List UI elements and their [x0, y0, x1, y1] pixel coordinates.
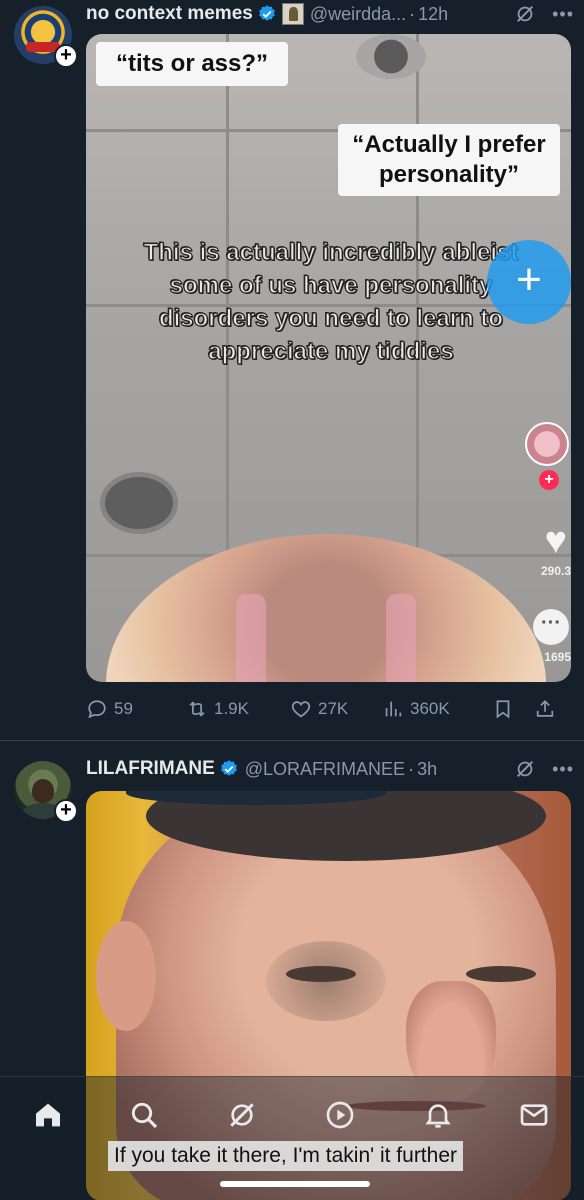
post-time[interactable]: 12h	[418, 4, 448, 25]
repost-icon	[189, 701, 205, 717]
verified-badge-icon	[220, 760, 237, 776]
tab-notifications[interactable]	[418, 1095, 458, 1135]
affiliation-badge-icon	[281, 3, 304, 25]
avatar-wrap[interactable]: +	[14, 6, 78, 68]
ear-image	[96, 921, 156, 1031]
home-icon	[36, 1103, 60, 1127]
reply-icon	[88, 700, 106, 719]
hair-highlight	[236, 594, 266, 682]
tweet[interactable]: + no context memes @weirdda... · 12h •••…	[0, 0, 584, 740]
verified-badge-icon	[258, 5, 275, 21]
like-button[interactable]: 27K	[290, 698, 382, 720]
author-handle[interactable]: @weirdda...	[310, 4, 406, 25]
search-icon	[131, 1102, 158, 1129]
separator-dot: ·	[409, 3, 416, 24]
bookmark-button[interactable]	[492, 698, 534, 720]
tiktok-heart-icon: ♥	[544, 520, 567, 562]
tiktok-follow-icon: +	[539, 470, 559, 490]
follow-plus-icon[interactable]: +	[54, 44, 78, 68]
home-indicator	[220, 1181, 370, 1187]
tiktok-comment-count: 1695	[544, 650, 571, 664]
video-overlay-text: This is actually incredibly ableist some…	[143, 238, 519, 365]
views-button[interactable]: 360K	[382, 698, 492, 720]
repost-button[interactable]: 1.9K	[186, 698, 290, 720]
bell-icon	[425, 1104, 451, 1128]
tab-messages[interactable]	[514, 1095, 554, 1135]
heart-icon	[291, 701, 311, 718]
separator-dot: ·	[408, 758, 415, 779]
ceiling-lamp	[356, 34, 426, 79]
reply-button[interactable]: 59	[86, 698, 186, 720]
repost-count: 1.9K	[214, 699, 249, 718]
eye-image	[466, 966, 536, 982]
avatar-face	[32, 779, 54, 803]
author-name[interactable]: no context memes	[86, 3, 253, 25]
more-icon[interactable]: •••	[552, 4, 574, 25]
tiktok-comment-icon: ···	[533, 609, 569, 645]
tab-grok[interactable]	[222, 1095, 262, 1135]
avatar-wrap[interactable]: +	[14, 761, 78, 823]
tweet-actions: 59 1.9K 27K 360K	[86, 694, 574, 724]
tab-video[interactable]	[320, 1095, 360, 1135]
tweet-media-video[interactable]: “tits or ass?” “Actually I prefer person…	[86, 34, 571, 682]
ceiling-vent	[100, 472, 178, 534]
video-caption-reply: “Actually I prefer personality”	[338, 124, 560, 196]
share-icon	[536, 699, 554, 717]
hair-highlight	[386, 594, 416, 682]
author-name[interactable]: LILAFRIMANE	[86, 758, 215, 780]
more-icon[interactable]: •••	[552, 759, 574, 780]
views-icon	[385, 701, 402, 717]
eye-image	[286, 966, 356, 982]
tiktok-avatar	[525, 422, 569, 466]
author-handle[interactable]: @LORAFRIMANEE	[245, 759, 405, 780]
grok-icon[interactable]	[514, 3, 536, 25]
tweet-header: no context memes @weirdda... · 12h •••	[86, 0, 574, 28]
video-subtitle: If you take it there, I'm takin' it furt…	[108, 1141, 463, 1171]
tab-home[interactable]	[28, 1095, 68, 1135]
view-count: 360K	[410, 699, 450, 718]
grok-icon	[230, 1103, 254, 1127]
reply-count: 59	[114, 699, 133, 718]
mail-icon	[520, 1104, 548, 1126]
tweet-header: LILAFRIMANE @LORAFRIMANEE · 3h •••	[86, 755, 574, 783]
video-caption-question: “tits or ass?”	[96, 42, 289, 86]
like-count: 27K	[318, 699, 349, 718]
compose-button[interactable]: +	[487, 240, 571, 324]
video-play-icon	[326, 1101, 354, 1129]
post-time[interactable]: 3h	[417, 759, 437, 780]
grok-icon[interactable]	[514, 758, 536, 780]
tab-search[interactable]	[124, 1095, 164, 1135]
avatar-face	[31, 20, 55, 44]
tiktok-like-count: 290.3	[540, 564, 571, 578]
follow-plus-icon[interactable]: +	[54, 799, 78, 823]
bookmark-icon	[496, 700, 510, 719]
share-button[interactable]	[534, 698, 564, 720]
